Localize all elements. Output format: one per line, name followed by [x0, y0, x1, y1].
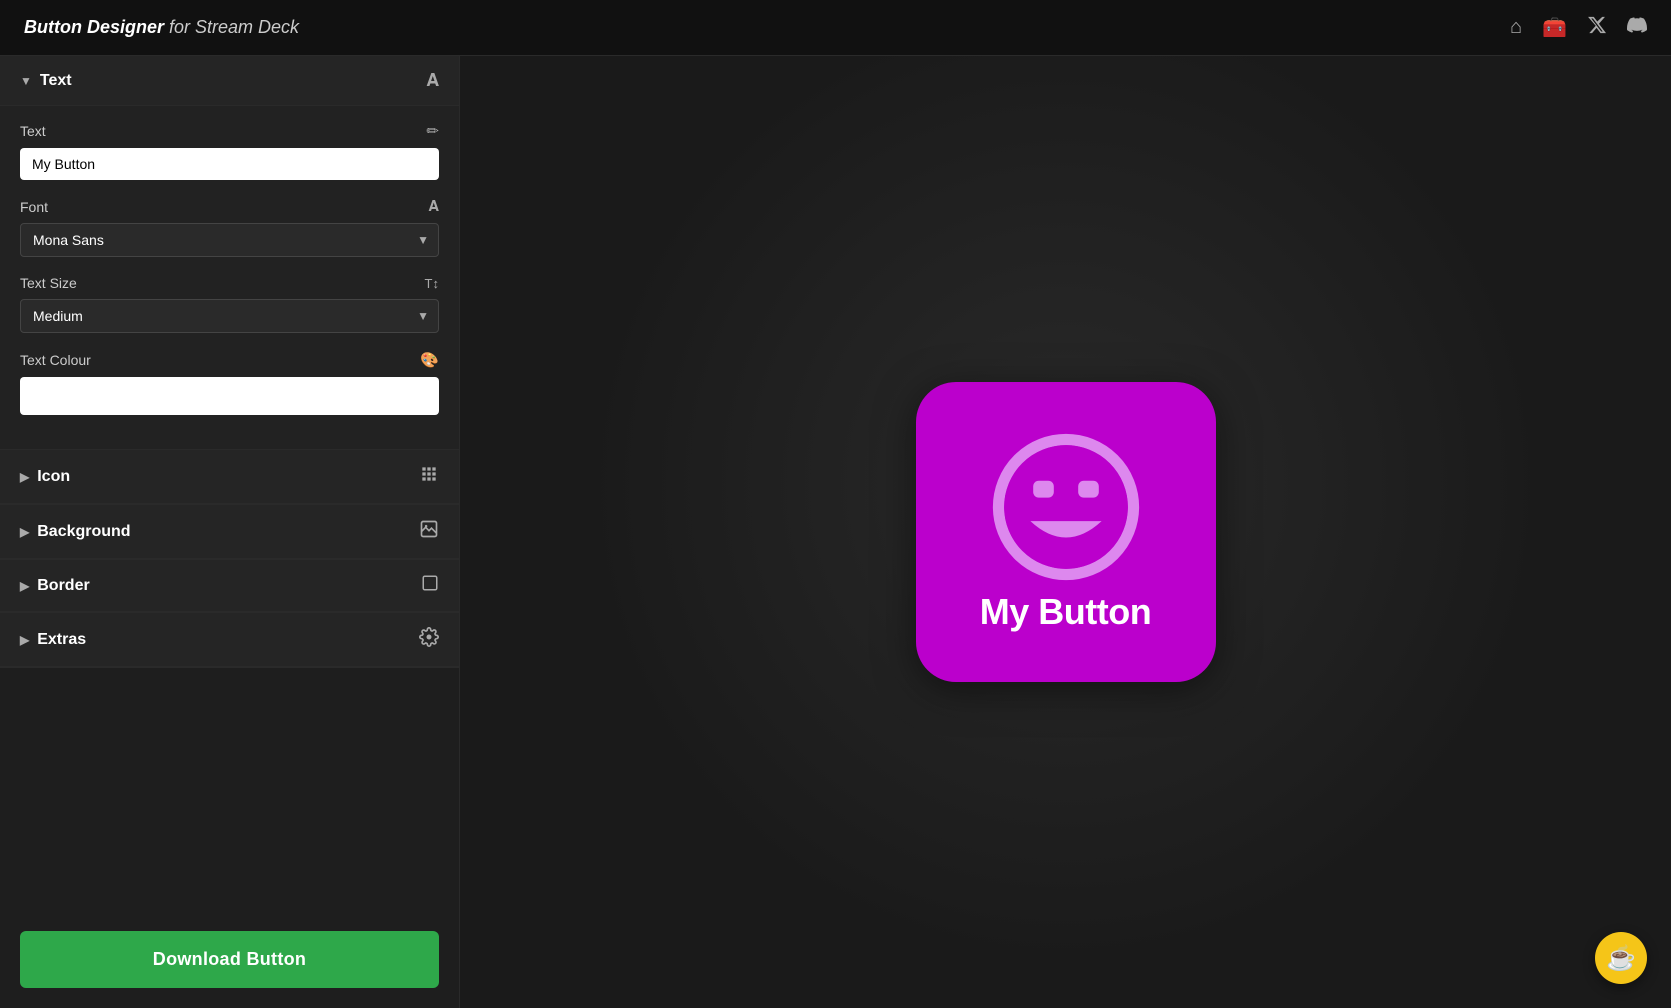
text-colour-swatch — [28, 383, 431, 409]
extras-section-label: Extras — [37, 631, 86, 649]
extras-section-arrow: ▶ — [20, 633, 29, 647]
font-select-wrapper: Mona Sans Arial Helvetica Roboto Open Sa… — [20, 223, 439, 257]
border-section-label: Border — [37, 577, 89, 595]
text-section-body: Text ✏ Font 𝐀 Mona Sans Arial Helvetica … — [0, 106, 459, 450]
border-section-icon — [421, 574, 439, 597]
extras-section-header[interactable]: ▶ Extras — [0, 613, 459, 667]
background-section-header[interactable]: ▶ Background — [0, 505, 459, 559]
header-icon-group: ⌂ 🧰 — [1510, 15, 1647, 41]
preview-area: My Button — [460, 56, 1671, 1008]
text-size-field-group: Text Size T↕ Small Medium Large X-Large … — [20, 275, 439, 333]
icon-section-header[interactable]: ▶ Icon — [0, 450, 459, 504]
icon-section-arrow: ▶ — [20, 470, 29, 484]
main-layout: ▼ Text 𝐀 Text ✏ Font 𝐀 — [0, 56, 1671, 1008]
text-input[interactable] — [20, 148, 439, 180]
text-size-label: Text Size — [20, 275, 77, 291]
font-field-label: Font — [20, 199, 48, 215]
text-field-label: Text — [20, 123, 46, 139]
font-icon: 𝐀 — [429, 198, 439, 215]
background-section-icon — [419, 519, 439, 544]
text-section-arrow: ▼ — [20, 74, 32, 88]
text-size-select-wrapper: Small Medium Large X-Large ▼ — [20, 299, 439, 333]
smiley-icon — [991, 432, 1141, 582]
home-icon[interactable]: ⌂ — [1510, 16, 1522, 39]
border-section: ▶ Border — [0, 560, 459, 613]
text-section-label: Text — [40, 72, 72, 90]
text-size-icon: T↕ — [425, 276, 439, 291]
colour-palette-icon: 🎨 — [420, 351, 439, 369]
text-section-font-icon: 𝐀 — [426, 70, 439, 91]
icon-section-icon — [419, 464, 439, 489]
sidebar-spacer — [0, 668, 459, 911]
button-preview: My Button — [916, 382, 1216, 682]
font-field-group: Font 𝐀 Mona Sans Arial Helvetica Roboto … — [20, 198, 439, 257]
font-select[interactable]: Mona Sans Arial Helvetica Roboto Open Sa… — [20, 223, 439, 257]
title-bold: Button Designer — [24, 17, 164, 37]
title-normal: for Stream Deck — [164, 17, 299, 37]
extras-section-icon — [419, 627, 439, 652]
briefcase-icon[interactable]: 🧰 — [1542, 15, 1567, 40]
discord-icon[interactable] — [1627, 15, 1647, 41]
icon-section: ▶ Icon — [0, 450, 459, 505]
background-section-label: Background — [37, 523, 130, 541]
app-title: Button Designer for Stream Deck — [24, 17, 299, 38]
coffee-button[interactable]: ☕ — [1595, 932, 1647, 984]
border-section-arrow: ▶ — [20, 579, 29, 593]
text-edit-icon: ✏ — [426, 122, 439, 140]
app-header: Button Designer for Stream Deck ⌂ 🧰 — [0, 0, 1671, 56]
text-field-group: Text ✏ — [20, 122, 439, 180]
download-button[interactable]: Download Button — [20, 931, 439, 988]
extras-section: ▶ Extras — [0, 613, 459, 668]
text-section-header[interactable]: ▼ Text 𝐀 — [0, 56, 459, 106]
download-area: Download Button — [0, 911, 459, 1008]
text-colour-label: Text Colour — [20, 352, 91, 368]
icon-section-label: Icon — [37, 468, 70, 486]
twitter-icon[interactable] — [1587, 15, 1607, 41]
left-panel: ▼ Text 𝐀 Text ✏ Font 𝐀 — [0, 56, 460, 1008]
border-section-header[interactable]: ▶ Border — [0, 560, 459, 612]
background-section-arrow: ▶ — [20, 525, 29, 539]
button-preview-label: My Button — [980, 592, 1151, 632]
text-size-select[interactable]: Small Medium Large X-Large — [20, 299, 439, 333]
text-colour-input-wrapper[interactable] — [20, 377, 439, 415]
text-colour-field-group: Text Colour 🎨 — [20, 351, 439, 415]
background-section: ▶ Background — [0, 505, 459, 560]
coffee-icon: ☕ — [1606, 944, 1636, 973]
